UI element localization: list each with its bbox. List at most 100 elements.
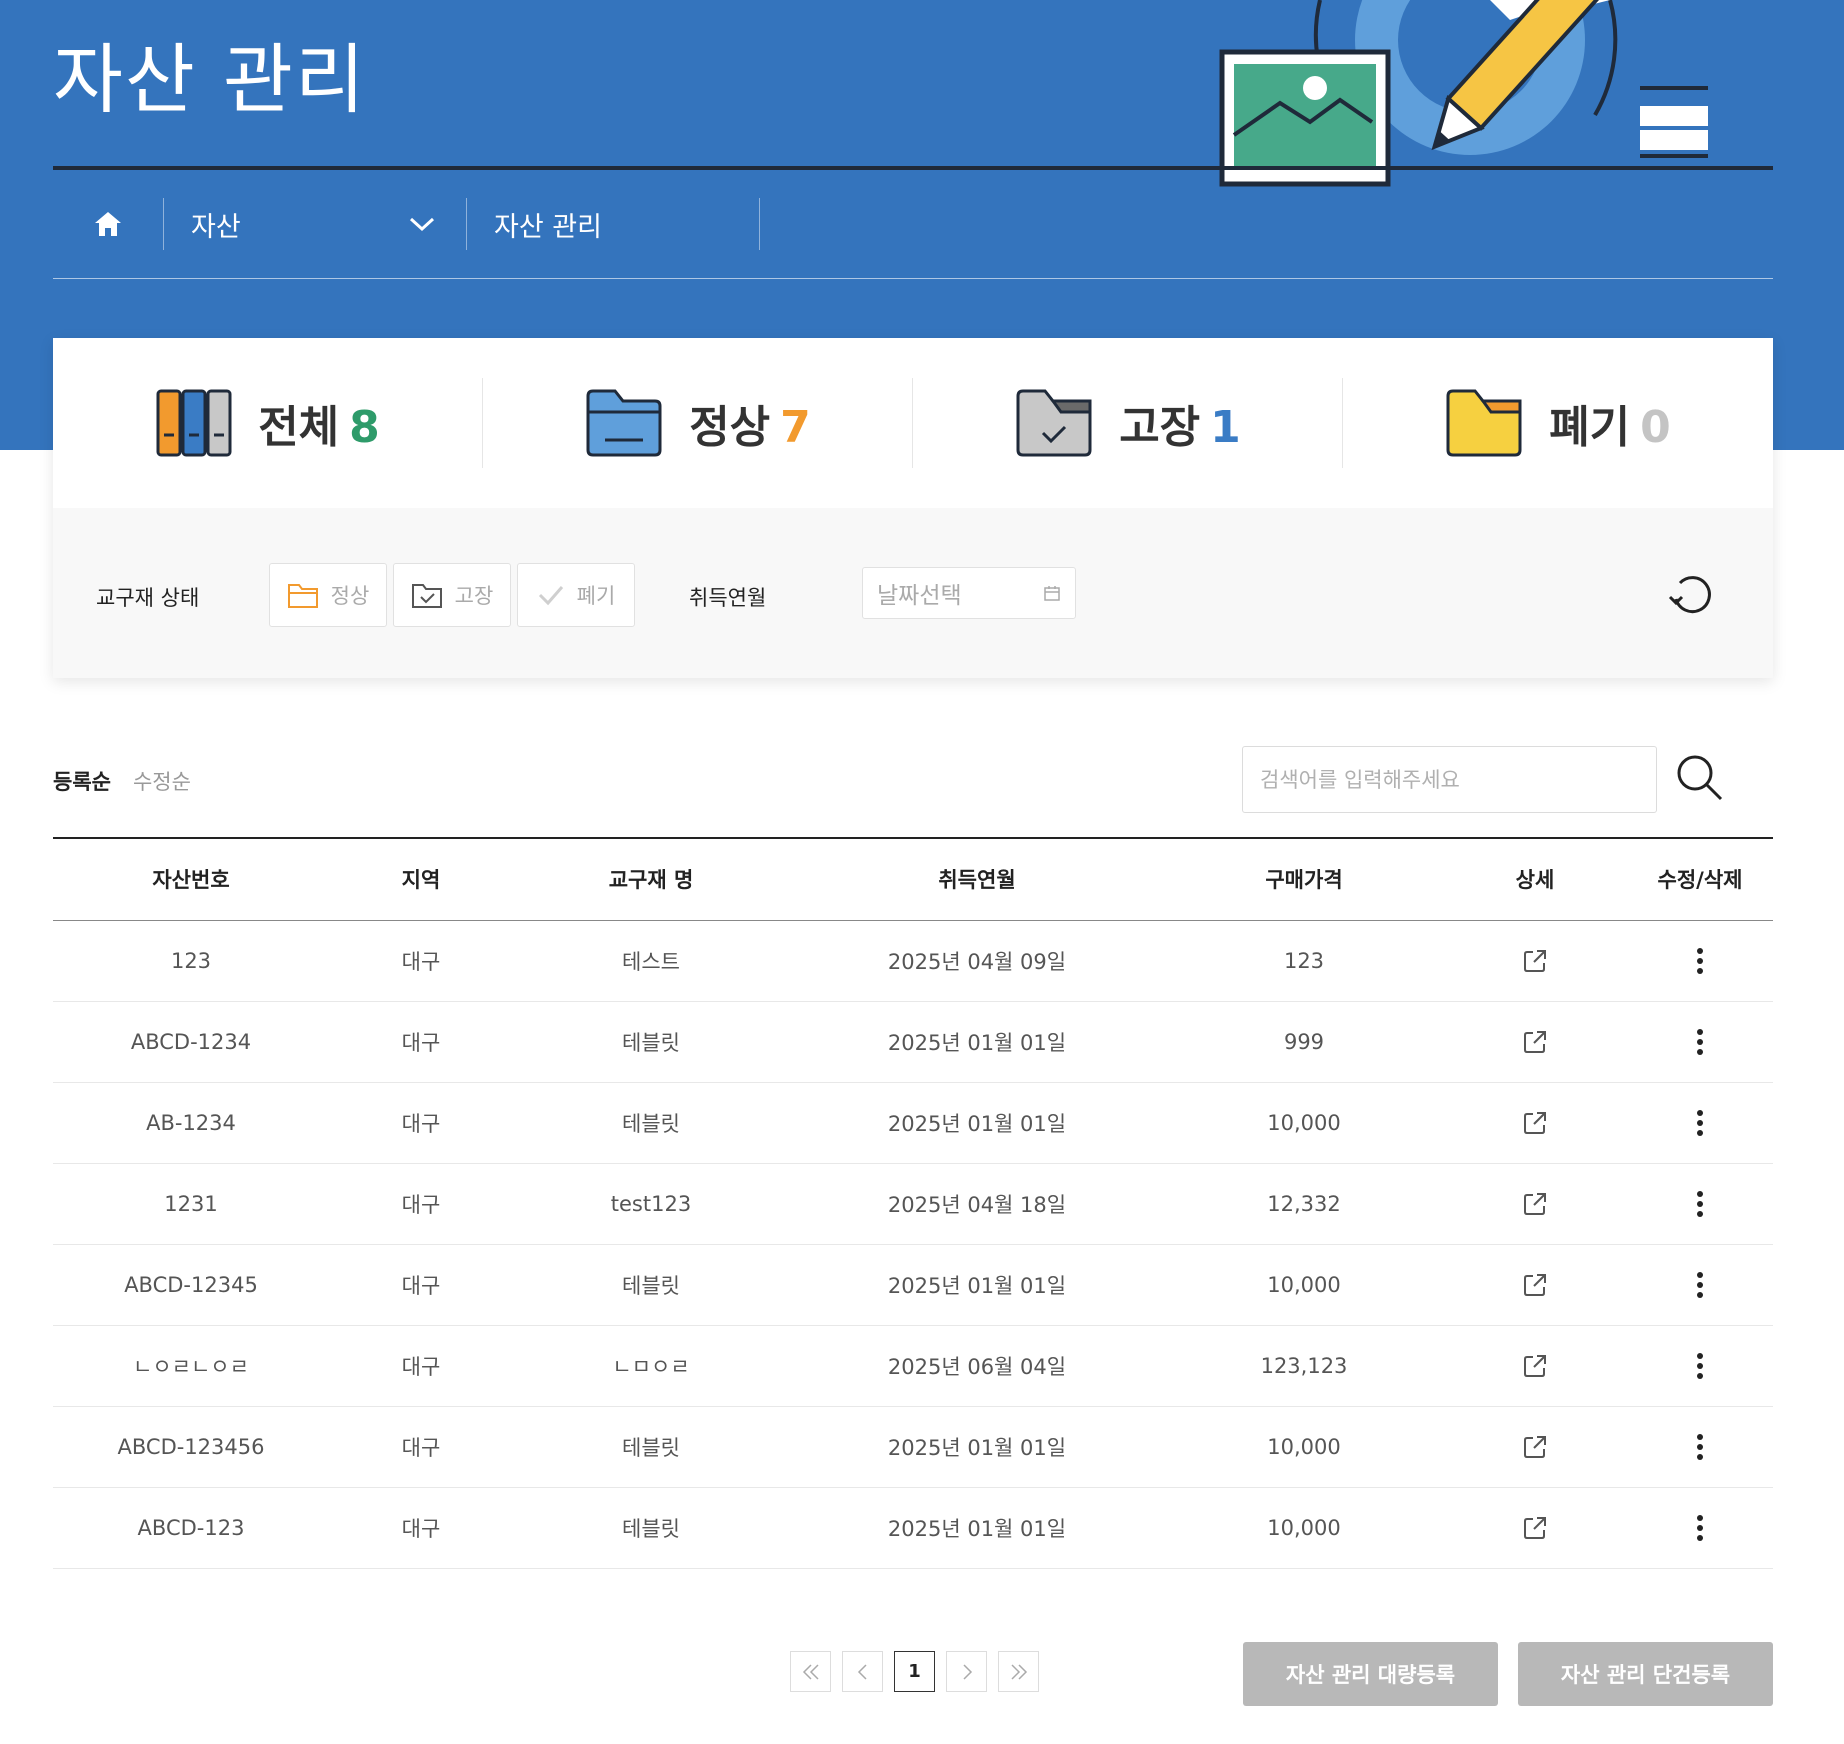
last-page-button[interactable] — [998, 1651, 1039, 1692]
breadcrumb-level2[interactable]: 자산 관리 — [467, 196, 759, 252]
detail-button[interactable] — [1515, 941, 1555, 981]
more-vertical-icon — [1697, 1109, 1703, 1136]
more-options-button[interactable] — [1680, 1346, 1720, 1386]
search-button[interactable] — [1672, 750, 1728, 806]
cell-region: 대구 — [401, 1273, 441, 1298]
filter-normal-button[interactable]: 정상 — [269, 563, 387, 627]
more-options-button[interactable] — [1680, 1265, 1720, 1305]
cell-asset-number: 123 — [170, 948, 212, 973]
sort-by-registered[interactable]: 등록순 — [53, 766, 111, 796]
chevron-right-icon — [962, 1663, 972, 1680]
stat-normal[interactable]: 정상 7 — [483, 338, 913, 508]
stat-total[interactable]: 전체 8 — [53, 338, 483, 508]
stat-disposed-count: 0 — [1640, 402, 1671, 453]
date-picker[interactable]: 날짜선택 — [862, 567, 1076, 619]
sort-options: 등록순 수정순 — [53, 766, 191, 796]
external-link-icon — [1524, 949, 1546, 972]
external-link-icon — [1524, 1030, 1546, 1053]
stat-disposed-label: 폐기 — [1549, 402, 1631, 453]
cell-item-name: ㄴㅁㅇㄹ — [612, 1354, 690, 1379]
filter-broken-button[interactable]: 고장 — [393, 563, 511, 627]
next-page-button[interactable] — [946, 1651, 987, 1692]
cell-region: 대구 — [401, 1435, 441, 1460]
cell-item-name: 테스트 — [622, 949, 680, 974]
col-detail: 상세 — [1515, 868, 1555, 893]
detail-button[interactable] — [1515, 1184, 1555, 1224]
stat-normal-label: 정상 — [689, 402, 771, 453]
cell-asset-number: ABCD-123 — [137, 1515, 245, 1540]
external-link-icon — [1524, 1354, 1546, 1377]
page-number-button[interactable]: 1 — [894, 1651, 935, 1692]
header-divider — [53, 166, 1773, 170]
detail-button[interactable] — [1515, 1103, 1555, 1143]
cell-price: 123 — [1283, 948, 1325, 973]
breadcrumb-home[interactable] — [53, 196, 163, 252]
search-input[interactable] — [1242, 746, 1657, 813]
more-vertical-icon — [1697, 1514, 1703, 1541]
stat-disposed[interactable]: 폐기 0 — [1343, 338, 1773, 508]
col-asset-number: 자산번호 — [152, 868, 230, 893]
cell-acquired-date: 2025년 01월 01일 — [887, 1435, 1067, 1460]
table-row: ABCD-123 대구 테블릿 2025년 01월 01일 10,000 — [53, 1487, 1773, 1568]
more-vertical-icon — [1697, 1190, 1703, 1217]
table-row: ㄴㅇㄹㄴㅇㄹ 대구 ㄴㅁㅇㄹ 2025년 06월 04일 123,123 — [53, 1325, 1773, 1406]
more-vertical-icon — [1697, 1433, 1703, 1460]
chevron-left-icon — [857, 1663, 867, 1680]
single-register-button[interactable]: 자산 관리 단건등록 — [1518, 1642, 1773, 1706]
detail-button[interactable] — [1515, 1022, 1555, 1062]
first-page-button[interactable] — [790, 1651, 831, 1692]
breadcrumb-level2-label: 자산 관리 — [494, 211, 602, 243]
more-vertical-icon — [1697, 1352, 1703, 1379]
cell-asset-number: AB-1234 — [146, 1110, 236, 1135]
cell-price: 123,123 — [1260, 1353, 1348, 1378]
filter-broken-label: 고장 — [454, 584, 494, 608]
stat-total-count: 8 — [349, 402, 380, 453]
summary-filter-card: 전체 8 정상 7 고장 1 폐기 0 교구재 상태 정상 고장 폐기 취득연월… — [53, 338, 1773, 678]
more-options-button[interactable] — [1680, 1508, 1720, 1548]
table-header-row: 자산번호 지역 교구재 명 취득연월 구매가격 상세 수정/삭제 — [53, 838, 1773, 920]
filter-disposed-button[interactable]: 폐기 — [517, 563, 635, 627]
col-edit-delete: 수정/삭제 — [1657, 868, 1743, 893]
more-options-button[interactable] — [1680, 1022, 1720, 1062]
page-title: 자산 관리 — [53, 35, 367, 124]
table-row: ABCD-1234 대구 테블릿 2025년 01월 01일 999 — [53, 1001, 1773, 1082]
detail-button[interactable] — [1515, 1346, 1555, 1386]
menu-icon[interactable] — [1640, 86, 1708, 158]
filter-panel: 교구재 상태 정상 고장 폐기 취득연월 날짜선택 — [53, 508, 1773, 678]
calendar-icon — [1044, 586, 1060, 601]
cell-asset-number: ABCD-123456 — [117, 1434, 265, 1459]
cell-asset-number: ㄴㅇㄹㄴㅇㄹ — [133, 1354, 249, 1379]
breadcrumb-level1-dropdown[interactable]: 자산 — [164, 196, 466, 252]
more-options-button[interactable] — [1680, 1427, 1720, 1467]
cell-region: 대구 — [401, 949, 441, 974]
more-options-button[interactable] — [1680, 1103, 1720, 1143]
stat-broken[interactable]: 고장 1 — [913, 338, 1343, 508]
cell-region: 대구 — [401, 1354, 441, 1379]
reset-filter-button[interactable] — [1666, 569, 1718, 621]
prev-page-button[interactable] — [842, 1651, 883, 1692]
cell-price: 10,000 — [1267, 1515, 1341, 1540]
cell-item-name: 테블릿 — [622, 1435, 680, 1460]
more-vertical-icon — [1697, 1028, 1703, 1055]
pagination: 1 — [790, 1651, 1039, 1692]
more-vertical-icon — [1697, 947, 1703, 974]
table-row: 1231 대구 test123 2025년 04월 18일 12,332 — [53, 1163, 1773, 1244]
sort-by-modified[interactable]: 수정순 — [133, 766, 191, 796]
status-filter-label: 교구재 상태 — [96, 586, 200, 610]
stat-broken-label: 고장 — [1119, 402, 1201, 453]
cell-acquired-date: 2025년 04월 09일 — [887, 949, 1067, 974]
cell-item-name: 테블릿 — [622, 1516, 680, 1541]
detail-button[interactable] — [1515, 1265, 1555, 1305]
stat-normal-count: 7 — [780, 402, 811, 453]
more-options-button[interactable] — [1680, 1184, 1720, 1224]
breadcrumb-level1-label: 자산 — [191, 211, 241, 243]
detail-button[interactable] — [1515, 1427, 1555, 1467]
breadcrumb-divider — [53, 278, 1773, 279]
filter-normal-label: 정상 — [330, 584, 370, 608]
folder-outline-icon — [287, 584, 318, 608]
bulk-register-button[interactable]: 자산 관리 대량등록 — [1243, 1642, 1498, 1706]
stat-broken-count: 1 — [1210, 402, 1241, 453]
more-options-button[interactable] — [1680, 941, 1720, 981]
external-link-icon — [1524, 1516, 1546, 1539]
detail-button[interactable] — [1515, 1508, 1555, 1548]
